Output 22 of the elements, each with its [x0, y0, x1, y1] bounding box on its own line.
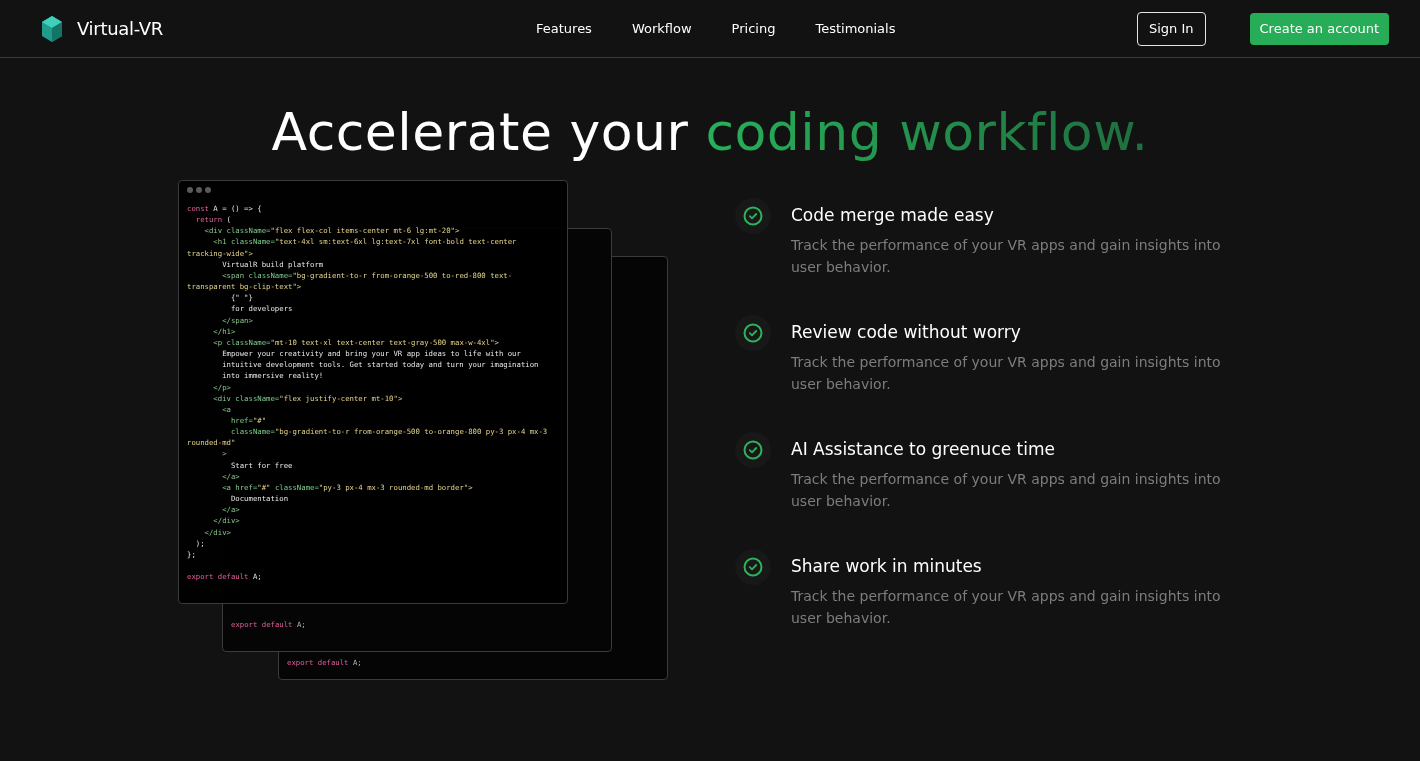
check-circle-icon: [743, 557, 763, 577]
nav-link[interactable]: Testimonials: [815, 21, 896, 36]
cube-logo-icon: [40, 13, 64, 44]
feature-description: Track the performance of your VR apps and gain insights into user behavior.: [791, 470, 1222, 511]
feature-title: AI Assistance to greenuce time: [791, 439, 1056, 459]
check-circle-icon: [743, 323, 763, 343]
window-dot-icon: [196, 187, 202, 193]
window-dot-icon: [205, 187, 211, 193]
feature-title: Share work in minutes: [791, 556, 983, 576]
nav-link[interactable]: Workflow: [631, 21, 692, 36]
window-dot-icon: [187, 187, 193, 193]
feature-description: Track the performance of your VR apps and gain insights into user behavior.: [791, 353, 1222, 394]
feature-title: Code merge made easy: [791, 205, 995, 225]
check-circle-icon: [743, 440, 763, 460]
sign-in-button[interactable]: Sign In: [1136, 11, 1206, 46]
nav-link[interactable]: Features: [536, 21, 592, 36]
nav-link[interactable]: Pricing: [731, 21, 776, 36]
feature-description: Track the performance of your VR apps and gain insights into user behavior.: [791, 236, 1222, 277]
brand-name: Virtual-VR: [77, 18, 164, 39]
feature-title: Review code without worry: [791, 322, 1022, 342]
check-circle-icon: [743, 206, 763, 226]
feature-description: Track the performance of your VR apps and gain insights into user behavior.: [791, 587, 1222, 628]
